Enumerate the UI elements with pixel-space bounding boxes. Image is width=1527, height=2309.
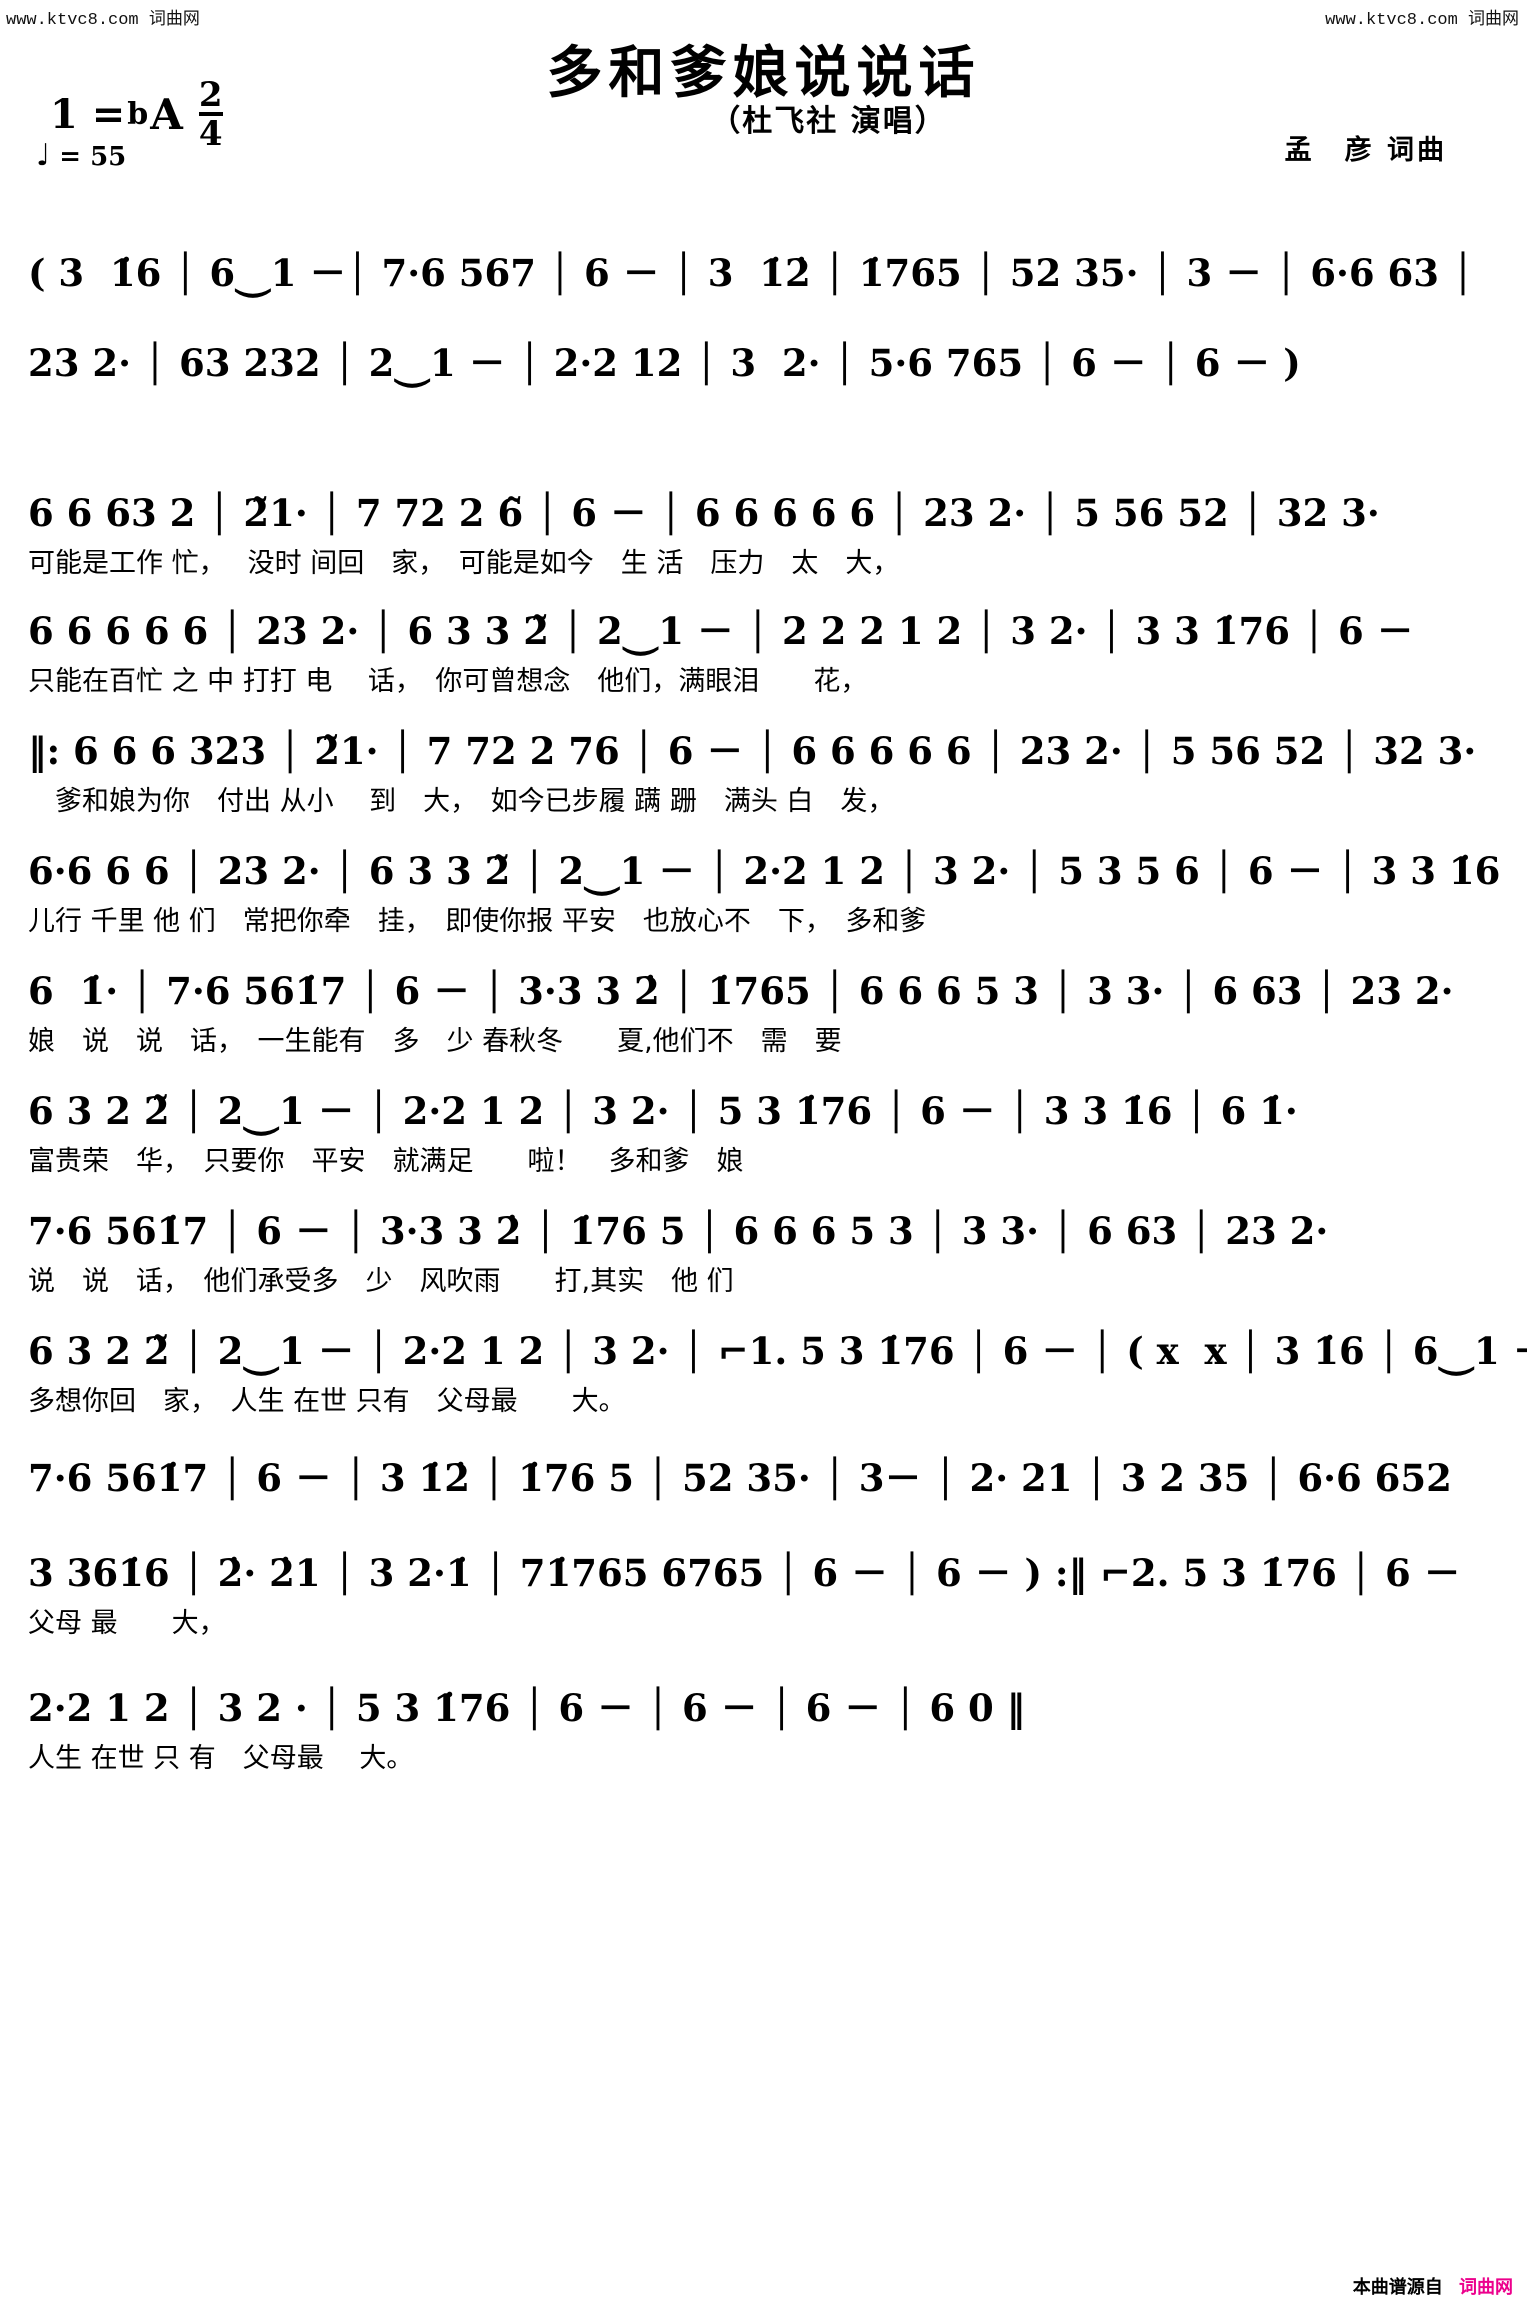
notation-row: 7·6 561̇7 │ 6 － │ 3·3 3 2̇ │ 1̇76 5 │ 6 … <box>28 1209 1329 1253</box>
notation-row: 6 3 2 2̃ │ 2⏝1 － │ 2·2 1 2 │ 3 2· │ 5 3 … <box>28 1089 1298 1133</box>
watermark-top-right: www.ktvc8.com 词曲网 <box>1325 11 1519 30</box>
lyrics-row: 人生 在世 只 有 父母最 大。 <box>28 1743 414 1774</box>
time-signature: 2 4 <box>198 75 223 154</box>
music-system: 6 1̇· │ 7·6 561̇7 │ 6 － │ 3·3 3 2̇ │ 1̇7… <box>28 969 1454 1058</box>
footer-site-label: 词曲网 <box>1459 2277 1513 2298</box>
music-system: 7·6 561̇7 │ 6 － │ 3 1̇2̇ │ 1̇76 5 │ 52 3… <box>28 1456 1452 1500</box>
flat-symbol: b <box>127 96 149 132</box>
key-prefix: 1 = <box>50 91 126 138</box>
footer-credit: 本曲谱源自 词曲网 <box>1353 2273 1513 2299</box>
notation-row: 6 3 2 2̃ │ 2⏝1 － │ 2·2 1 2 │ 3 2· │ ⌐1. … <box>28 1329 1527 1373</box>
watermark-top-left: www.ktvc8.com 词曲网 <box>6 11 200 30</box>
notation-row: ‖: 6 6 6 323 │ 2̃1· │ 7 72 2 76 │ 6 － │ … <box>28 729 1477 773</box>
music-system: 7·6 561̇7 │ 6 － │ 3·3 3 2̇ │ 1̇76 5 │ 6 … <box>28 1209 1329 1298</box>
notation-row: 2·2 1 2 │ 3 2 · │ 5 3 1̇76 │ 6 － │ 6 － │… <box>28 1686 1026 1730</box>
music-system: 6 3 2 2̃ │ 2⏝1 － │ 2·2 1 2 │ 3 2· │ 5 3 … <box>28 1089 1298 1178</box>
music-system: 6·6 6 6 │ 23 2· │ 6 3 3 2̃ │ 2⏝1 － │ 2·2… <box>28 849 1501 938</box>
key-letter: A <box>150 90 183 139</box>
music-system: 6 6 63 2 │ 2̃1· │ 7 72 2 6̃ │ 6 － │ 6 6 … <box>28 491 1380 580</box>
notation-row: 6·6 6 6 │ 23 2· │ 6 3 3 2̃ │ 2⏝1 － │ 2·2… <box>28 849 1501 893</box>
music-system: 2·2 1 2 │ 3 2 · │ 5 3 1̇76 │ 6 － │ 6 － │… <box>28 1690 1028 1775</box>
lyrics-row: 娘 说 说 话， 一生能有 多 少 春秋冬 夏,他们不 需 要 <box>28 1026 842 1057</box>
meter-denominator: 4 <box>198 112 223 154</box>
notation-row: 6 6 6 6 6 │ 23 2· │ 6 3 3 2̃ │ 2⏝1 － │ 2… <box>28 609 1414 653</box>
notation-row: 7·6 561̇7 │ 6 － │ 3 1̇2̇ │ 1̇76 5 │ 52 3… <box>28 1456 1452 1500</box>
lyrics-row: 父母 最 大， <box>28 1608 226 1639</box>
tempo-equals: = <box>59 142 82 172</box>
lyrics-row: 可能是工作 忙， 没时 间回 家， 可能是如今 生 活 压力 太 大， <box>28 548 900 579</box>
music-system: ‖: 6 6 6 323 │ 2̃1· │ 7 72 2 76 │ 6 － │ … <box>28 729 1477 818</box>
music-system: 6 3 2 2̃ │ 2⏝1 － │ 2·2 1 2 │ 3 2· │ ⌐1. … <box>28 1329 1527 1418</box>
lyrics-row: 说 说 话， 他们承受多 少 风吹雨 打,其实 他 们 <box>28 1266 734 1297</box>
notation-row: 6 1̇· │ 7·6 561̇7 │ 6 － │ 3·3 3 2̇ │ 1̇7… <box>28 969 1454 1013</box>
lyrics-row: 多想你回 家， 人生 在世 只有 父母最 大。 <box>28 1386 626 1417</box>
lyrics-row: 儿行 千里 他 们 常把你牵 挂， 即使你报 平安 也放心不 下， 多和爹 <box>28 906 927 937</box>
footer-source-label: 本曲谱源自 <box>1352 2277 1443 2298</box>
notation-row: 6 6 63 2 │ 2̃1· │ 7 72 2 6̃ │ 6 － │ 6 6 … <box>28 491 1380 535</box>
quarter-note-icon: ♩ <box>36 138 51 173</box>
lyrics-row: 富贵荣 华， 只要你 平安 就满足 啦！ 多和爹 娘 <box>28 1146 744 1177</box>
tempo-marking: ♩ = 55 <box>36 138 126 173</box>
notation-row: 3 361̇6 │ 2̇· 2̇1 │ 3 2·1̇ │ 71̇765 6765… <box>28 1551 1461 1595</box>
writer-credit: 孟 彦 词曲 <box>1284 135 1447 166</box>
meter-numerator: 2 <box>198 75 223 115</box>
music-system: 3 361̇6 │ 2̇· 2̇1 │ 3 2·1̇ │ 71̇765 6765… <box>28 1551 1461 1640</box>
music-system: ( 3 1̇6 │ 6⏝1 －│ 7·6 567 │ 6 － │ 3 1̇2̇ … <box>28 251 1475 295</box>
music-system: 6 6 6 6 6 │ 23 2· │ 6 3 3 2̃ │ 2⏝1 － │ 2… <box>28 609 1414 698</box>
notation-row: ( 3 1̇6 │ 6⏝1 －│ 7·6 567 │ 6 － │ 3 1̇2̇ … <box>28 251 1475 295</box>
notation-row: 23 2· │ 63 232 │ 2⏝1 － │ 2·2 12 │ 3 2· │… <box>28 341 1301 385</box>
lyrics-row: 只能在百忙 之 中 打打 电 话， 你可曾想念 他们，满眼泪 花， <box>28 666 868 697</box>
lyrics-row: 爹和娘为你 付出 从小 到 大， 如今已步履 蹒 跚 满头 白 发， <box>28 786 895 817</box>
music-system: 23 2· │ 63 232 │ 2⏝1 － │ 2·2 12 │ 3 2· │… <box>28 341 1301 385</box>
tempo-value: 55 <box>90 142 127 172</box>
